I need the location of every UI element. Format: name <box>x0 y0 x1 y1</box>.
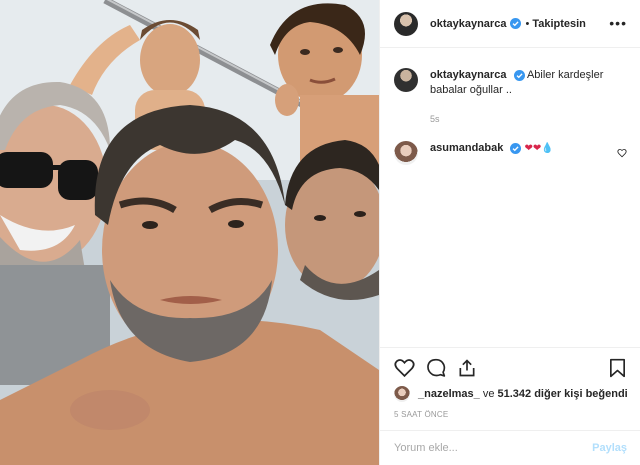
post-photo[interactable] <box>0 0 379 465</box>
comment-row: asumandabak ❤❤💧 <box>380 127 640 165</box>
likes-text: _nazelmas_ ve 51.342 diğer kişi beğendi <box>418 388 628 400</box>
action-bar <box>380 347 640 387</box>
author-avatar[interactable] <box>394 11 418 36</box>
commenter-avatar[interactable] <box>394 141 418 165</box>
post-comment-button[interactable]: Paylaş <box>592 442 627 454</box>
comment-bubble-icon[interactable] <box>426 358 446 378</box>
more-options-icon[interactable]: ••• <box>609 16 627 30</box>
author-username[interactable]: oktaykaynarca <box>430 18 506 30</box>
caption-body: oktaykaynarca Abiler kardeşler babalar o… <box>430 68 620 127</box>
group-selfie-image <box>0 0 379 465</box>
header-separator: • <box>525 17 530 30</box>
follow-status[interactable]: Takiptesin <box>532 18 586 30</box>
heart-emoji-icon: ❤❤ <box>524 143 542 154</box>
likes-count[interactable]: 51.342 diğer kişi beğendi <box>498 388 628 400</box>
liker-avatar[interactable] <box>394 386 410 402</box>
comment-input[interactable] <box>394 442 593 454</box>
droplet-emoji-icon: 💧 <box>541 143 554 154</box>
comment-username[interactable]: asumandabak <box>430 142 503 154</box>
verified-badge-icon <box>510 142 522 154</box>
first-liker-username[interactable]: _nazelmas_ <box>418 388 480 400</box>
likes-conjunction: ve <box>482 388 495 400</box>
comments-list: oktaykaynarca Abiler kardeşler babalar o… <box>380 48 640 165</box>
heart-icon[interactable] <box>394 358 415 378</box>
caption-age[interactable]: 5s <box>430 112 620 127</box>
add-comment-box: Paylaş <box>380 430 640 465</box>
likes-summary: _nazelmas_ ve 51.342 diğer kişi beğendi <box>394 386 628 402</box>
post-timestamp[interactable]: 5 SAAT ÖNCE <box>394 410 448 419</box>
verified-badge-icon <box>510 18 522 29</box>
caption-avatar[interactable] <box>394 68 418 92</box>
share-icon[interactable] <box>457 358 477 378</box>
post-header: oktaykaynarca • Takiptesin ••• <box>380 0 640 48</box>
bookmark-icon[interactable] <box>609 358 626 378</box>
comment-like-heart-icon[interactable] <box>617 148 627 158</box>
caption-username[interactable]: oktaykaynarca <box>430 69 506 81</box>
verified-badge-icon <box>513 69 525 81</box>
post-details-panel: oktaykaynarca • Takiptesin ••• oktaykayn… <box>379 0 640 465</box>
comment-body: asumandabak ❤❤💧 <box>430 141 620 165</box>
instagram-post: oktaykaynarca • Takiptesin ••• oktaykayn… <box>0 0 640 465</box>
caption-row: oktaykaynarca Abiler kardeşler babalar o… <box>380 48 640 127</box>
